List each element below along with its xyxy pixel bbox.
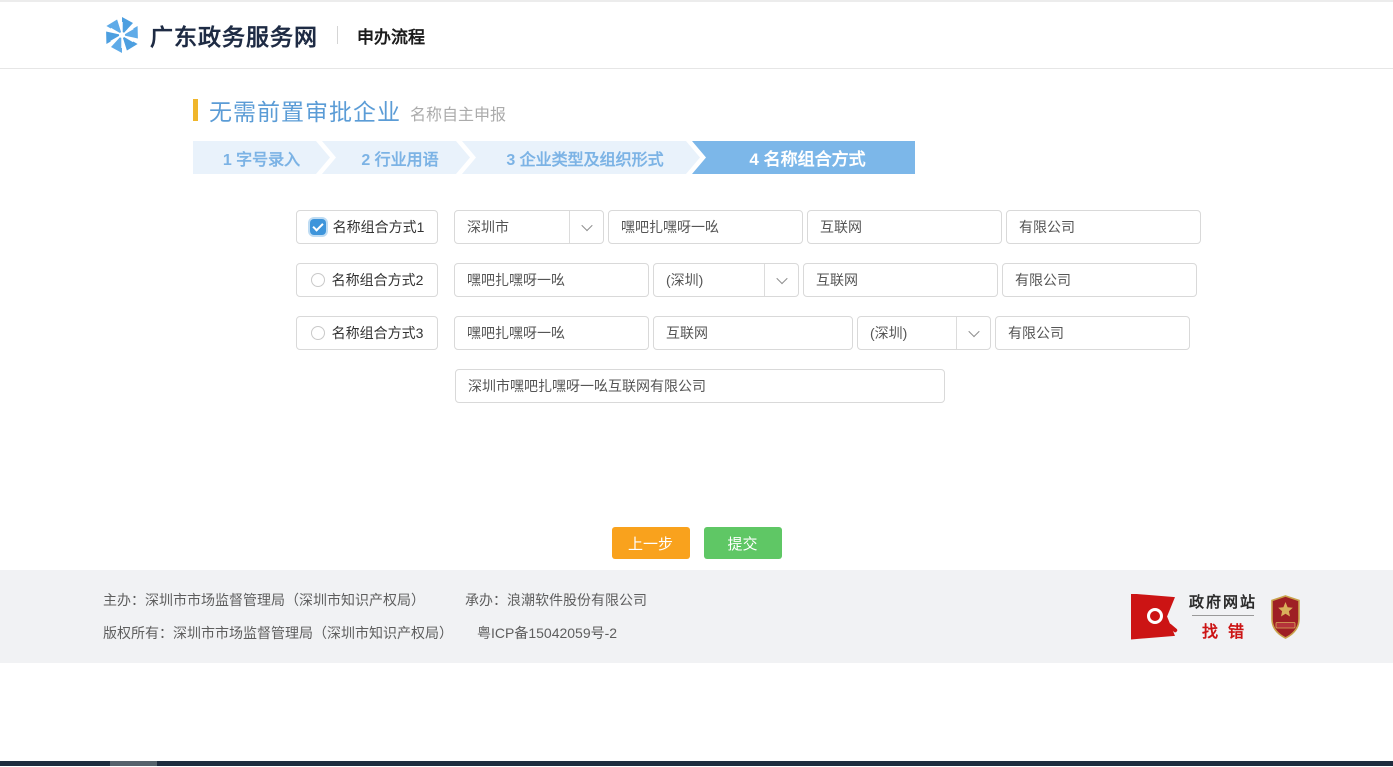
combo-option-1-label: 名称组合方式1 [333, 217, 425, 237]
combined-name-input[interactable] [455, 369, 945, 403]
trade-name-input-row1[interactable] [608, 210, 803, 244]
trade-name-input-row3[interactable] [454, 316, 649, 350]
industry-input-row1[interactable] [807, 210, 1002, 244]
footer-host: 主办：深圳市市场监督管理局（深圳市知识产权局） [103, 590, 425, 610]
section-title: 申办流程 [357, 23, 425, 48]
region-select-row2[interactable]: (深圳) [653, 263, 799, 297]
find-error-divider [1192, 615, 1254, 616]
footer-icp-number: 粤ICP备15042059号-2 [477, 623, 617, 643]
find-error-line2: 找错 [1192, 618, 1254, 642]
combo-option-3[interactable]: 名称组合方式3 [296, 316, 438, 350]
pinwheel-logo-icon [103, 16, 141, 54]
bottom-white-area [0, 663, 1393, 761]
header-divider [337, 26, 338, 44]
magnifier-flag-icon [1131, 594, 1181, 640]
radio-circle-icon[interactable] [311, 326, 325, 340]
page-title: 无需前置审批企业 [209, 93, 401, 127]
footer-text-block: 主办：深圳市市场监督管理局（深圳市知识产权局） 承办：浪潮软件股份有限公司 版权… [103, 590, 647, 643]
footer-badges: 政府网站 找错 [1131, 591, 1301, 642]
footer-undertaker: 承办：浪潮软件股份有限公司 [465, 590, 647, 610]
combo-row-1: 名称组合方式1 深圳市 [296, 210, 1200, 244]
shield-badge-icon[interactable] [1270, 595, 1301, 639]
action-buttons: 上一步 提交 [193, 527, 1200, 559]
region-select-value: (深圳) [654, 270, 764, 290]
combo-option-3-label: 名称组合方式3 [332, 323, 424, 343]
site-header: 广东政务服务网 申办流程 [0, 2, 1393, 69]
region-select-value: (深圳) [858, 323, 956, 343]
combo-option-1[interactable]: 名称组合方式1 [296, 210, 438, 244]
industry-input-row3[interactable] [653, 316, 853, 350]
page-subtitle: 名称自主申报 [410, 101, 506, 125]
chevron-down-icon[interactable] [957, 329, 990, 337]
name-combination-form: 名称组合方式1 深圳市 名称组合方式2 (深圳) [296, 210, 1200, 403]
page-footer: 主办：深圳市市场监督管理局（深圳市知识产权局） 承办：浪潮软件股份有限公司 版权… [0, 570, 1393, 663]
chevron-down-icon[interactable] [765, 276, 798, 284]
region-select-row3[interactable]: (深圳) [857, 316, 991, 350]
radio-circle-icon[interactable] [311, 273, 325, 287]
step-tab-3[interactable]: 3 企业类型及组织形式 [462, 141, 700, 174]
previous-step-button[interactable]: 上一步 [612, 527, 690, 559]
combo-row-3: 名称组合方式3 (深圳) [296, 316, 1200, 350]
combo-option-2[interactable]: 名称组合方式2 [296, 263, 438, 297]
step-tab-2[interactable]: 2 行业用语 [322, 141, 470, 174]
step-tab-1[interactable]: 1 字号录入 [193, 141, 330, 174]
bottom-bar-segment [110, 761, 157, 766]
site-name: 广东政务服务网 [150, 18, 318, 52]
org-form-input-row1[interactable] [1006, 210, 1201, 244]
combo-row-2: 名称组合方式2 (深圳) [296, 263, 1200, 297]
find-error-line1: 政府网站 [1189, 591, 1257, 612]
combined-name-row [455, 369, 1200, 403]
chevron-down-icon[interactable] [570, 223, 603, 231]
industry-input-row2[interactable] [803, 263, 998, 297]
trade-name-input-row2[interactable] [454, 263, 649, 297]
combo-option-2-label: 名称组合方式2 [332, 270, 424, 290]
page-title-row: 无需前置审批企业 名称自主申报 [193, 93, 1200, 127]
title-accent-bar [193, 99, 198, 121]
main-content: 无需前置审批企业 名称自主申报 1 字号录入 2 行业用语 3 企业类型及组织形… [0, 69, 1393, 570]
org-form-input-row3[interactable] [995, 316, 1190, 350]
submit-button[interactable]: 提交 [704, 527, 782, 559]
org-form-input-row2[interactable] [1002, 263, 1197, 297]
checkmark-icon[interactable] [310, 219, 326, 235]
footer-copyright: 版权所有：深圳市市场监督管理局（深圳市知识产权局） [103, 623, 453, 643]
bottom-bar [0, 761, 1393, 766]
region-select-value: 深圳市 [455, 217, 569, 237]
step-tab-4-active[interactable]: 4 名称组合方式 [692, 141, 915, 174]
region-select-row1[interactable]: 深圳市 [454, 210, 604, 244]
step-breadcrumb: 1 字号录入 2 行业用语 3 企业类型及组织形式 4 名称组合方式 [193, 141, 1200, 174]
gov-site-error-report-badge[interactable]: 政府网站 找错 [1131, 591, 1257, 642]
